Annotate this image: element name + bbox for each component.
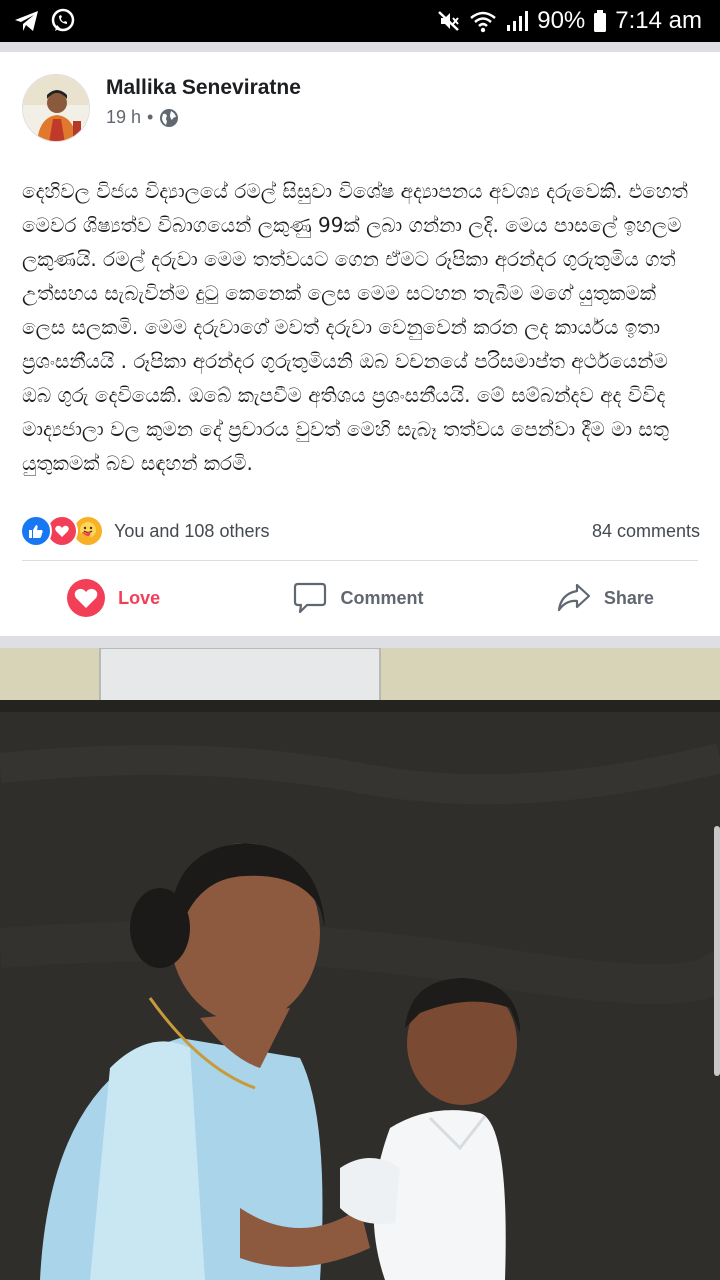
love-label: Love — [118, 587, 161, 608]
action-bar: Love Comment Share — [0, 566, 720, 630]
status-bar-right: 90% 7:14 am — [437, 7, 702, 35]
comment-icon — [292, 581, 328, 615]
love-reaction-icon — [66, 578, 106, 618]
avatar[interactable] — [22, 74, 90, 142]
telegram-icon — [14, 9, 40, 33]
post-card: Mallika Seneviratne 19 h • දෙහිවල විජය ව… — [0, 52, 720, 636]
reaction-count: You and 108 others — [114, 520, 270, 541]
globe-icon — [159, 108, 179, 128]
comment-count[interactable]: 84 comments — [592, 521, 700, 542]
comment-label: Comment — [340, 587, 424, 608]
love-button[interactable]: Love — [66, 578, 160, 618]
author-name[interactable]: Mallika Seneviratne — [106, 76, 301, 100]
status-bar-left — [14, 8, 76, 34]
reaction-icons — [20, 515, 104, 547]
reactions-row: You and 108 others 84 comments — [20, 514, 700, 548]
post-photo[interactable] — [0, 648, 720, 1280]
share-icon — [556, 581, 592, 615]
wifi-icon — [469, 9, 497, 33]
post-text: දෙහිවල විජය විද්‍යාලයේ රමල් සිසුවා විශේෂ… — [22, 179, 688, 475]
clock: 7:14 am — [615, 7, 702, 34]
status-bar: 90% 7:14 am — [0, 0, 720, 42]
reaction-summary[interactable]: You and 108 others — [20, 515, 269, 547]
divider — [22, 560, 698, 561]
battery-percent: 90% — [537, 7, 586, 34]
meta-separator-dot: • — [147, 107, 154, 127]
post-meta: 19 h • — [106, 107, 179, 128]
whatsapp-icon — [50, 8, 76, 34]
signal-icon — [505, 9, 529, 33]
mute-icon — [437, 9, 461, 33]
scrollbar-thumb[interactable] — [714, 826, 720, 1076]
share-button[interactable]: Share — [556, 581, 654, 615]
battery-icon — [593, 9, 607, 33]
like-reaction-icon — [20, 515, 52, 547]
share-label: Share — [603, 587, 654, 608]
comment-button[interactable]: Comment — [292, 581, 424, 615]
classroom-photo — [0, 648, 720, 1280]
post-time[interactable]: 19 h — [106, 107, 141, 128]
